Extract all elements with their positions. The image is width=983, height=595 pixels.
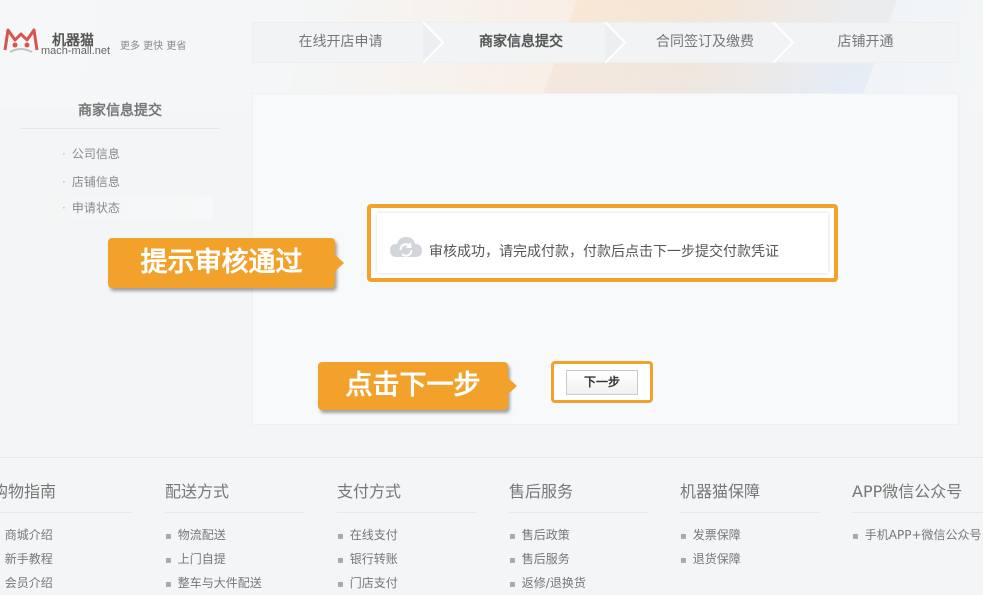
bullet-icon: ▪	[509, 531, 516, 542]
footer-link[interactable]: ▪ 售后政策	[509, 523, 669, 547]
bullet-icon: ·	[62, 147, 66, 161]
logo-slogan: 更多 更快 更省	[120, 41, 187, 52]
logo-domain: mach-mall.net	[41, 45, 111, 57]
callout-pointer-icon	[506, 376, 517, 396]
review-status-message: 审核成功，请完成付款，付款后点击下一步提交付款凭证	[377, 213, 828, 273]
footer-link[interactable]: ▪ 售后服务	[509, 547, 669, 571]
footer-link[interactable]: ▪ 门店支付	[337, 571, 497, 595]
footer-column-app-wechat: APP微信公众号 ▪ 手机APP+微信公众号	[852, 470, 983, 547]
step-contract-payment: 合同签订及缴费	[656, 34, 754, 50]
footer-link-label: 整车与大件配送	[177, 576, 262, 590]
footer-link[interactable]: ▪ 在线支付	[337, 523, 497, 547]
progress-steps: 在线开店申请 商家信息提交 合同签订及缴费 店铺开通	[252, 22, 959, 63]
bullet-icon: ▪	[680, 555, 687, 566]
callout-click-next: 点击下一步	[318, 362, 508, 410]
footer-link[interactable]: ▪ 返修/退换货	[509, 571, 669, 595]
footer-link-label: 物流配送	[177, 528, 226, 542]
step-store-opening: 店铺开通	[837, 34, 894, 50]
next-step-button[interactable]: 下一步	[566, 370, 638, 395]
footer-divider	[0, 457, 983, 458]
bullet-icon: ▪	[509, 579, 516, 590]
footer-link-label: 商城介绍	[4, 528, 53, 542]
bullet-icon: ▪	[165, 579, 172, 590]
review-success-text: 审核成功，请完成付款，付款后点击下一步提交付款凭证	[429, 244, 779, 260]
bullet-icon: ▪	[680, 531, 687, 542]
sidebar-item-label: 公司信息	[71, 147, 120, 161]
footer-link-label: 新手教程	[4, 552, 53, 566]
step-online-application: 在线开店申请	[298, 34, 383, 50]
sidebar-item-label: 申请状态	[71, 201, 120, 215]
bullet-icon: ▪	[852, 531, 859, 542]
sidebar-item-label: 店铺信息	[71, 175, 120, 189]
footer-link[interactable]: ▪商城介绍	[0, 523, 152, 547]
bullet-icon: ▪	[337, 531, 344, 542]
footer-link-label: 在线支付	[349, 528, 398, 542]
callout-review-passed: 提示审核通过	[108, 238, 335, 288]
sidebar-item-application-status[interactable]: · 申请状态	[28, 196, 213, 220]
site-logo[interactable]: 机器猫 mach-mall.net 更多 更快 更省	[2, 24, 202, 60]
callout-pointer-icon	[333, 253, 344, 273]
bullet-icon: ▪	[165, 531, 172, 542]
footer-column-title: 售后服务	[509, 470, 649, 513]
footer-column-title: 机器猫保障	[680, 470, 820, 513]
footer-link-label: 返修/退换货	[521, 576, 586, 590]
footer-column-title: 购物指南	[0, 470, 132, 513]
footer-link-label: 手机APP+微信公众号	[864, 528, 982, 542]
bullet-icon: ·	[62, 175, 66, 189]
footer-column-title: APP微信公众号	[852, 470, 983, 513]
footer-link[interactable]: ▪ 退货保障	[680, 547, 840, 571]
footer-link[interactable]: ▪ 银行转账	[337, 547, 497, 571]
cat-logo-icon	[3, 28, 39, 53]
bullet-icon: ▪	[337, 555, 344, 566]
footer-link[interactable]: ▪ 上门自提	[165, 547, 325, 571]
footer-column-payment: 支付方式 ▪ 在线支付 ▪ 银行转账 ▪ 门店支付	[337, 470, 497, 595]
footer-link-label: 上门自提	[177, 552, 226, 566]
bullet-icon: ▪	[337, 579, 344, 590]
footer-column-delivery: 配送方式 ▪ 物流配送 ▪ 上门自提 ▪ 整车与大件配送	[165, 470, 325, 595]
footer-link-label: 会员介绍	[4, 576, 53, 590]
footer-column-guarantee: 机器猫保障 ▪ 发票保障 ▪ 退货保障	[680, 470, 840, 571]
review-status-highlight: 审核成功，请完成付款，付款后点击下一步提交付款凭证	[367, 204, 838, 282]
footer-link[interactable]: ▪ 手机APP+微信公众号	[852, 523, 983, 547]
cloud-refresh-icon	[390, 237, 422, 257]
site-footer: 购物指南 ▪商城介绍 ▪新手教程 ▪会员介绍 配送方式 ▪物流配送 ▪上门自提 …	[0, 470, 983, 595]
footer-column-title: 支付方式	[337, 470, 477, 513]
footer-link-label: 售后服务	[521, 552, 570, 566]
footer-link-label: 银行转账	[349, 552, 398, 566]
footer-column-after-sales: 售后服务 ▪ 售后政策 ▪ 售后服务 ▪ 返修/退换货	[509, 470, 669, 595]
footer-link[interactable]: ▪新手教程	[0, 547, 152, 571]
footer-link[interactable]: ▪会员介绍	[0, 571, 152, 595]
footer-link[interactable]: ▪ 物流配送	[165, 523, 325, 547]
bullet-icon: ·	[62, 201, 66, 215]
footer-link-label: 发票保障	[692, 528, 741, 542]
step-merchant-info: 商家信息提交	[479, 34, 563, 50]
footer-link[interactable]: ▪ 发票保障	[680, 523, 840, 547]
sidebar-item-store-info[interactable]: · 店铺信息	[62, 173, 120, 190]
footer-link-label: 售后政策	[521, 528, 570, 542]
sidebar-title: 商家信息提交	[20, 100, 220, 129]
footer-column-shopping-guide: 购物指南 ▪商城介绍 ▪新手教程 ▪会员介绍	[0, 470, 152, 595]
bullet-icon: ▪	[509, 555, 516, 566]
sidebar-item-company-info[interactable]: · 公司信息	[62, 145, 120, 162]
footer-link-label: 退货保障	[692, 552, 741, 566]
footer-column-title: 配送方式	[165, 470, 305, 513]
footer-link[interactable]: ▪ 整车与大件配送	[165, 571, 325, 595]
next-button-highlight: 下一步	[551, 361, 653, 403]
bullet-icon: ▪	[165, 555, 172, 566]
footer-link-label: 门店支付	[349, 576, 398, 590]
